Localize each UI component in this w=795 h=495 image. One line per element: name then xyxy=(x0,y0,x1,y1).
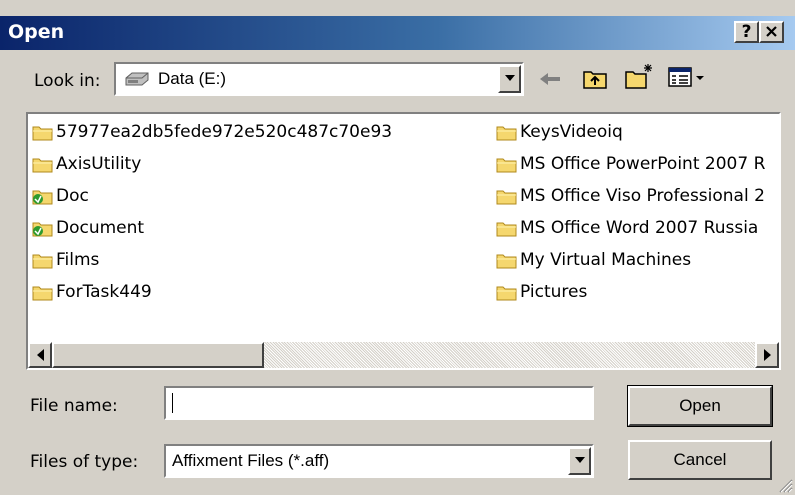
list-item[interactable]: MS Office Word 2007 Russia xyxy=(496,216,758,240)
file-name: MS Office Word 2007 Russia xyxy=(520,218,759,238)
list-item[interactable]: ForTask449 xyxy=(32,280,152,304)
chevron-down-icon xyxy=(575,457,585,463)
look-in-label: Look in: xyxy=(34,71,101,91)
list-item[interactable]: Pictures xyxy=(496,280,587,304)
files-of-type-label: Files of type: xyxy=(30,452,139,472)
file-name: MS Office PowerPoint 2007 R xyxy=(520,154,766,174)
files-of-type-select[interactable]: Affixment Files (*.aff) xyxy=(164,444,594,478)
list-item[interactable]: KeysVideoiq xyxy=(496,120,623,144)
folder-icon xyxy=(32,126,53,141)
close-button[interactable] xyxy=(759,21,784,43)
title-bar[interactable]: Open ? xyxy=(0,16,795,50)
list-item[interactable]: Doc xyxy=(32,184,89,208)
files-of-type-value: Affixment Files (*.aff) xyxy=(172,451,330,470)
look-in-dropdown-button[interactable] xyxy=(498,65,521,93)
file-name: KeysVideoiq xyxy=(520,122,623,142)
file-name: 57977ea2db5fede972e520c487c70e93 xyxy=(56,122,393,142)
file-name: My Virtual Machines xyxy=(520,250,692,270)
file-name-input[interactable] xyxy=(164,386,594,420)
list-item[interactable]: Films xyxy=(32,248,99,272)
folder-icon xyxy=(32,158,53,173)
dialog-title: Open xyxy=(8,21,65,43)
folder-icon xyxy=(496,158,517,173)
help-button[interactable]: ? xyxy=(734,21,759,43)
list-item[interactable]: AxisUtility xyxy=(32,152,141,176)
shared-folder-icon xyxy=(32,222,53,237)
list-item[interactable]: MS Office Viso Professional 2 xyxy=(496,184,765,208)
folder-icon xyxy=(32,254,53,269)
chevron-down-icon xyxy=(505,75,515,81)
drive-icon xyxy=(125,72,149,86)
folder-icon xyxy=(496,222,517,237)
file-name: Films xyxy=(56,250,100,270)
folder-icon xyxy=(496,254,517,269)
file-name: MS Office Viso Professional 2 xyxy=(520,186,765,206)
close-icon xyxy=(766,26,777,37)
folder-icon xyxy=(496,126,517,141)
new-folder-icon[interactable] xyxy=(624,62,654,90)
file-name: Doc xyxy=(56,186,89,206)
cancel-button[interactable]: Cancel xyxy=(628,440,772,480)
file-name: Document xyxy=(56,218,145,238)
list-item[interactable]: 57977ea2db5fede972e520c487c70e93 xyxy=(32,120,392,144)
scroll-left-button[interactable] xyxy=(28,342,52,368)
files-of-type-dropdown-button[interactable] xyxy=(568,447,591,475)
file-list[interactable]: 57977ea2db5fede972e520c487c70e93 AxisUti… xyxy=(26,112,781,370)
scroll-thumb[interactable] xyxy=(52,342,264,368)
file-name: AxisUtility xyxy=(56,154,142,174)
text-cursor xyxy=(172,393,173,413)
chevron-right-icon xyxy=(764,349,771,361)
list-item[interactable]: My Virtual Machines xyxy=(496,248,691,272)
file-name: Pictures xyxy=(520,282,588,302)
folder-icon xyxy=(496,190,517,205)
look-in-select[interactable]: Data (E:) xyxy=(114,62,524,96)
horizontal-scrollbar[interactable] xyxy=(28,342,779,368)
folder-icon xyxy=(496,286,517,301)
list-item[interactable]: MS Office PowerPoint 2007 R xyxy=(496,152,765,176)
view-menu-icon[interactable] xyxy=(668,66,708,88)
chevron-left-icon xyxy=(37,349,44,361)
look-in-value: Data (E:) xyxy=(158,69,227,88)
open-dialog: Open ? Look in: Data (E:) 57977ea2db5fed… xyxy=(0,0,795,495)
open-button[interactable]: Open xyxy=(627,385,773,427)
file-name: ForTask449 xyxy=(56,282,152,302)
scroll-right-button[interactable] xyxy=(755,342,779,368)
shared-folder-icon xyxy=(32,190,53,205)
resize-grip-icon[interactable] xyxy=(775,475,793,493)
back-arrow-icon[interactable] xyxy=(538,70,562,88)
list-item[interactable]: Document xyxy=(32,216,144,240)
file-name-label: File name: xyxy=(30,396,118,416)
up-folder-icon[interactable] xyxy=(582,66,608,90)
folder-icon xyxy=(32,286,53,301)
